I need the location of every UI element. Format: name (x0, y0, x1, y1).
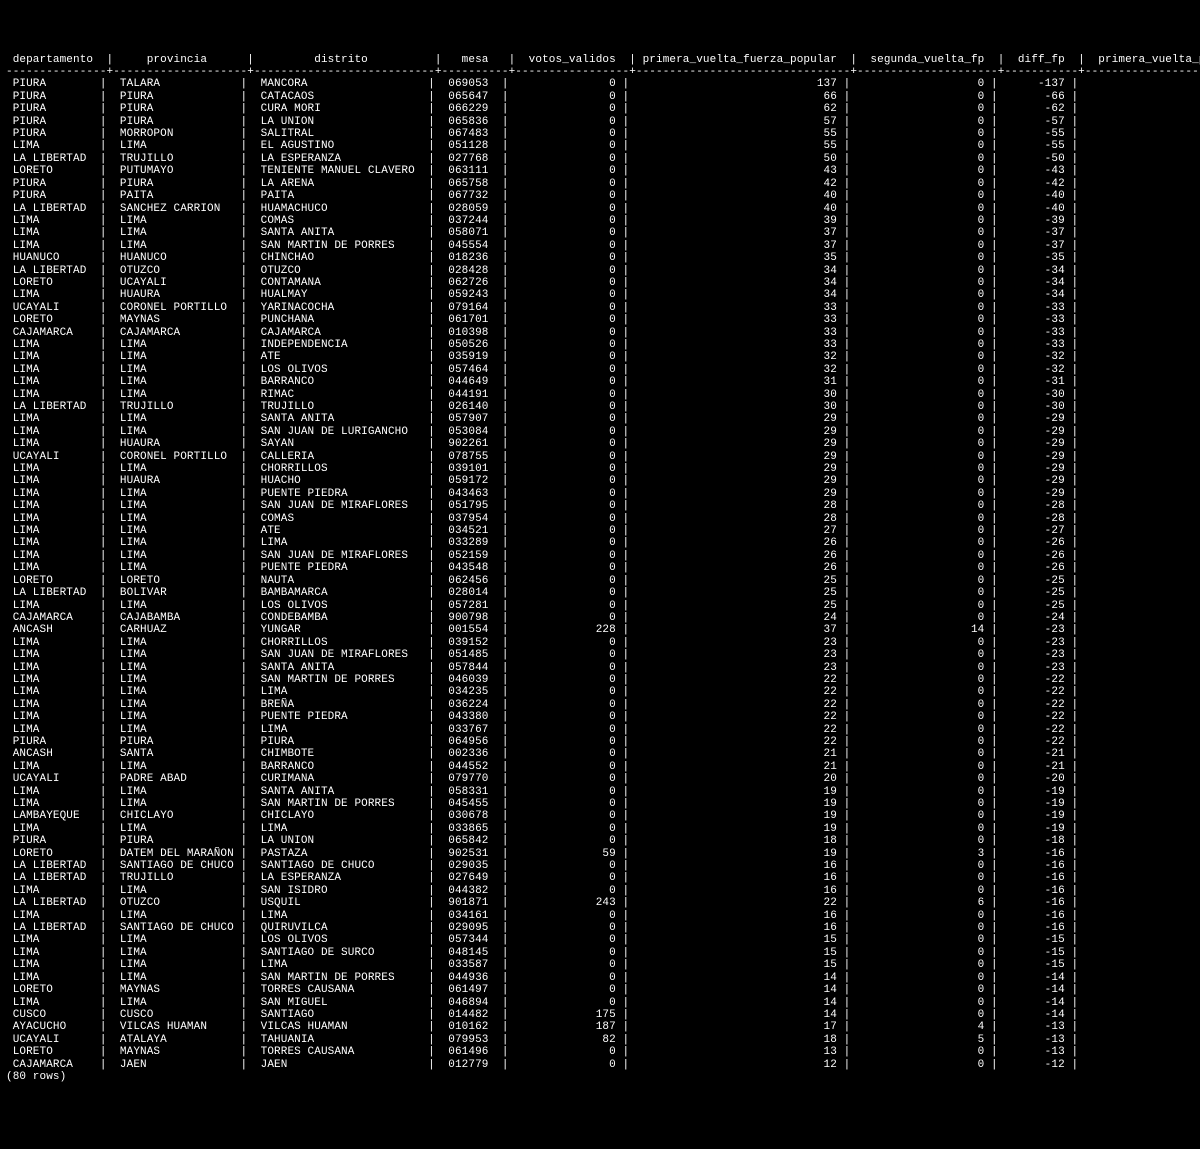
terminal-output: departamento | provincia | distrito | me… (6, 54, 1194, 1084)
